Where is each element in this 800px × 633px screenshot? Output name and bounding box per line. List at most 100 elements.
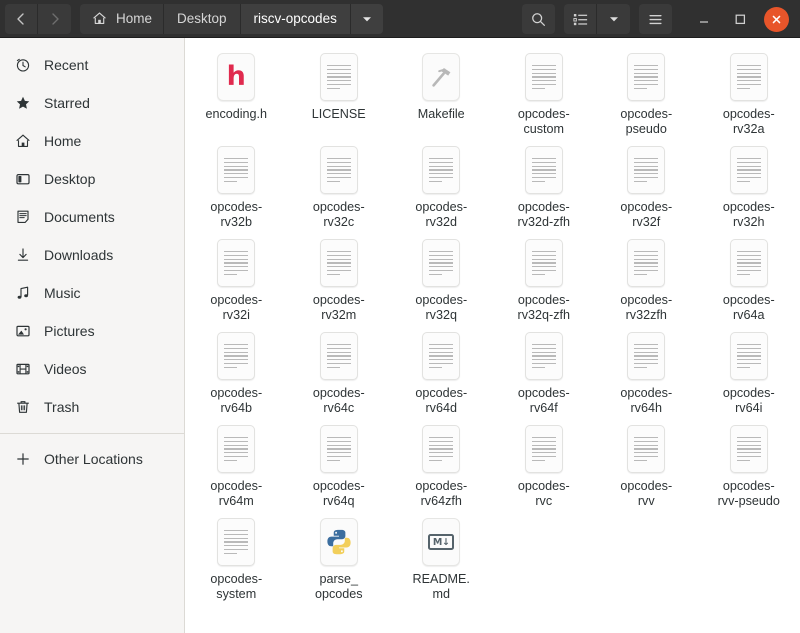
file-item[interactable]: opcodes- rv64b — [185, 325, 288, 418]
minimize-button[interactable] — [686, 0, 722, 38]
text-document-icon — [320, 239, 358, 287]
file-item[interactable]: opcodes- rv32q-zfh — [493, 232, 596, 325]
markdown-badge: M↓ — [428, 534, 454, 550]
plus-icon — [14, 451, 31, 468]
file-item[interactable]: opcodes- rv64f — [493, 325, 596, 418]
file-name-label: LICENSE — [290, 107, 389, 122]
file-item[interactable]: opcodes- rv64zfh — [390, 418, 493, 511]
file-icon — [520, 143, 568, 197]
sidebar-item-label: Downloads — [44, 247, 113, 263]
file-item[interactable]: opcodes- rv64i — [698, 325, 800, 418]
file-item[interactable]: hencoding.h — [185, 46, 288, 139]
hamburger-menu-icon — [647, 11, 664, 28]
file-item[interactable]: opcodes- rv32d-zfh — [493, 139, 596, 232]
window-controls — [686, 0, 794, 38]
sidebar-item-videos[interactable]: Videos — [0, 350, 184, 388]
sidebar-item-label: Pictures — [44, 323, 95, 339]
sidebar-item-documents[interactable]: Documents — [0, 198, 184, 236]
navigation-buttons — [5, 4, 71, 34]
clock-icon — [14, 57, 31, 74]
breadcrumb-item-desktop[interactable]: Desktop — [164, 4, 241, 34]
file-item[interactable]: opcodes- rv32b — [185, 139, 288, 232]
file-item[interactable]: opcodes- rv64q — [288, 418, 391, 511]
file-item[interactable]: opcodes- rv32c — [288, 139, 391, 232]
breadcrumb: Home Desktop riscv-opcodes — [80, 4, 383, 34]
sidebar-item-starred[interactable]: Starred — [0, 84, 184, 122]
text-document-icon — [422, 425, 460, 473]
text-document-icon — [217, 332, 255, 380]
markdown-icon: M↓ — [422, 518, 460, 566]
file-item[interactable]: opcodes- rvv — [595, 418, 698, 511]
sidebar-item-home[interactable]: Home — [0, 122, 184, 160]
file-item[interactable]: parse_ opcodes — [288, 511, 391, 604]
breadcrumb-item-home[interactable]: Home — [80, 4, 164, 34]
maximize-button[interactable] — [722, 0, 758, 38]
list-view-button[interactable] — [564, 4, 597, 34]
star-icon — [14, 95, 31, 112]
breadcrumb-label-home: Home — [116, 11, 152, 26]
close-button[interactable] — [758, 0, 794, 38]
view-options-dropdown[interactable] — [597, 4, 630, 34]
main-menu-button[interactable] — [639, 4, 672, 34]
file-name-label: opcodes- rv64b — [187, 386, 286, 416]
sidebar-item-label: Desktop — [44, 171, 95, 187]
sidebar-item-other-locations[interactable]: Other Locations — [0, 440, 184, 478]
file-icon — [520, 329, 568, 383]
text-document-icon — [627, 425, 665, 473]
file-item[interactable]: opcodes- rv32f — [595, 139, 698, 232]
file-item[interactable]: opcodes- rvc — [493, 418, 596, 511]
sidebar-item-music[interactable]: Music — [0, 274, 184, 312]
search-button[interactable] — [522, 4, 555, 34]
file-list-view[interactable]: hencoding.hLICENSEMakefileopcodes- custo… — [185, 38, 800, 633]
file-name-label: opcodes- rvc — [495, 479, 594, 509]
file-item[interactable]: opcodes- rv32d — [390, 139, 493, 232]
text-document-icon — [422, 332, 460, 380]
file-item[interactable]: opcodes- rvv-pseudo — [698, 418, 800, 511]
file-item[interactable]: opcodes- rv32a — [698, 46, 800, 139]
sidebar-item-trash[interactable]: Trash — [0, 388, 184, 426]
file-item[interactable]: opcodes- rv64a — [698, 232, 800, 325]
file-item[interactable]: opcodes- rv64h — [595, 325, 698, 418]
python-icon — [320, 518, 358, 566]
file-item[interactable]: opcodes- system — [185, 511, 288, 604]
sidebar-item-label: Trash — [44, 399, 79, 415]
file-item[interactable]: opcodes- rv32i — [185, 232, 288, 325]
text-document-icon — [627, 53, 665, 101]
sidebar-item-label: Starred — [44, 95, 90, 111]
file-item[interactable]: opcodes- rv32zfh — [595, 232, 698, 325]
file-item[interactable]: M↓ README. md — [390, 511, 493, 604]
file-item[interactable]: Makefile — [390, 46, 493, 139]
file-icon — [315, 422, 363, 476]
file-item[interactable]: opcodes- rv64d — [390, 325, 493, 418]
forward-button[interactable] — [38, 4, 71, 34]
close-icon — [770, 13, 783, 26]
forward-arrow-icon — [48, 12, 62, 26]
text-document-icon — [525, 146, 563, 194]
sidebar-item-downloads[interactable]: Downloads — [0, 236, 184, 274]
breadcrumb-dropdown-button[interactable] — [351, 4, 383, 34]
file-item[interactable]: opcodes- rv64c — [288, 325, 391, 418]
sidebar-item-recent[interactable]: Recent — [0, 46, 184, 84]
file-icon: h — [212, 50, 260, 104]
file-item[interactable]: opcodes- rv64m — [185, 418, 288, 511]
file-item[interactable]: opcodes- rv32q — [390, 232, 493, 325]
file-icon — [212, 515, 260, 569]
breadcrumb-item-riscv-opcodes[interactable]: riscv-opcodes — [241, 4, 351, 34]
file-item[interactable]: opcodes- rv32m — [288, 232, 391, 325]
file-item[interactable]: opcodes- pseudo — [595, 46, 698, 139]
trash-icon — [14, 399, 31, 416]
close-button-circle — [764, 7, 789, 32]
file-item[interactable]: opcodes- rv32h — [698, 139, 800, 232]
file-icon-grid: hencoding.hLICENSEMakefileopcodes- custo… — [185, 46, 800, 604]
file-icon — [315, 515, 363, 569]
file-item[interactable]: opcodes- custom — [493, 46, 596, 139]
sidebar-item-desktop[interactable]: Desktop — [0, 160, 184, 198]
text-document-icon — [627, 332, 665, 380]
file-name-label: README. md — [392, 572, 491, 602]
file-icon — [622, 143, 670, 197]
file-item[interactable]: LICENSE — [288, 46, 391, 139]
back-button[interactable] — [5, 4, 38, 34]
text-document-icon — [730, 53, 768, 101]
sidebar-item-pictures[interactable]: Pictures — [0, 312, 184, 350]
text-document-icon — [217, 425, 255, 473]
